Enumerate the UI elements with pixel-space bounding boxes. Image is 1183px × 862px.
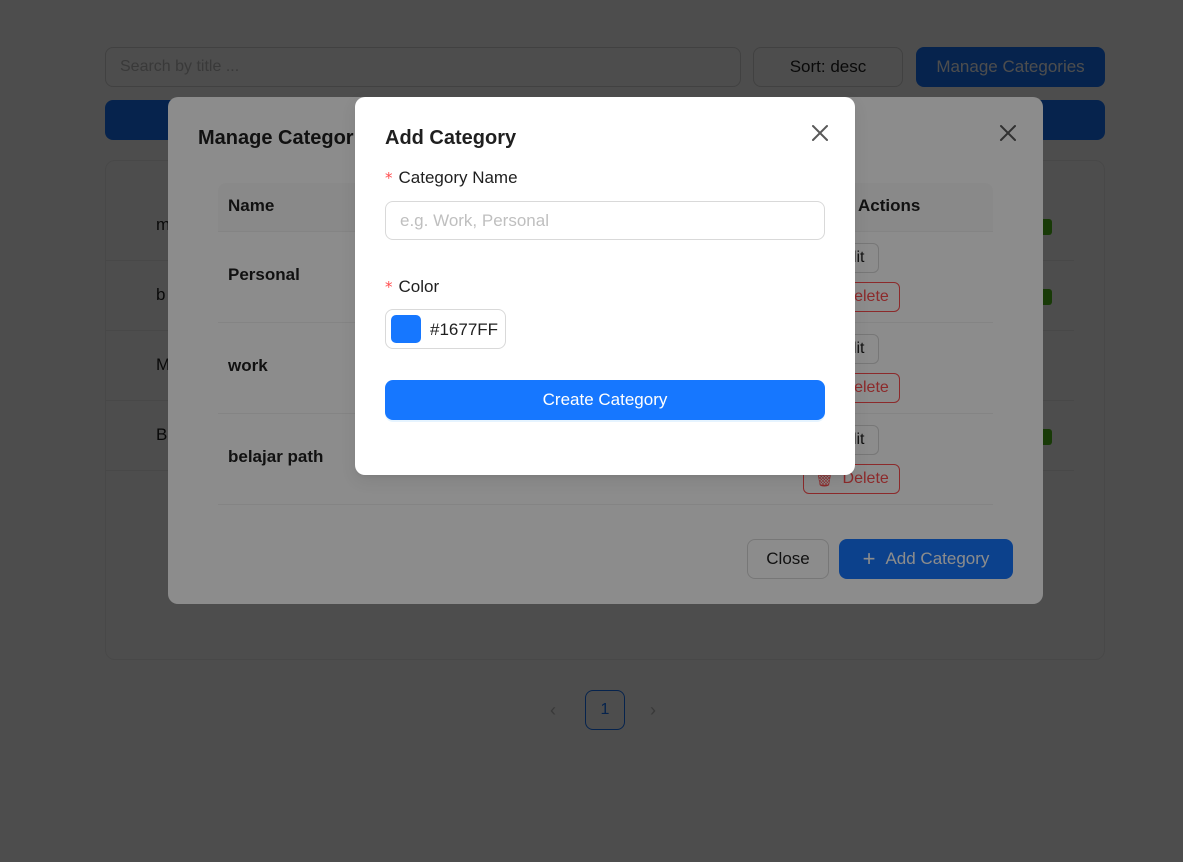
modal-title: Add Category bbox=[385, 127, 517, 149]
create-category-button[interactable]: Create Category bbox=[385, 380, 825, 420]
color-hex-value: #1677FF bbox=[430, 320, 499, 339]
close-icon[interactable] bbox=[810, 123, 830, 143]
category-name-label: * Category Name bbox=[385, 168, 518, 187]
add-category-modal: Add Category *Category Name *Color #1677… bbox=[355, 97, 855, 475]
color-swatch bbox=[391, 315, 421, 343]
color-label: * Color bbox=[385, 277, 440, 296]
color-picker[interactable]: #1677FF bbox=[385, 309, 506, 349]
required-mark: * bbox=[385, 278, 393, 296]
required-mark: * bbox=[385, 169, 393, 187]
category-name-input[interactable] bbox=[385, 201, 825, 240]
